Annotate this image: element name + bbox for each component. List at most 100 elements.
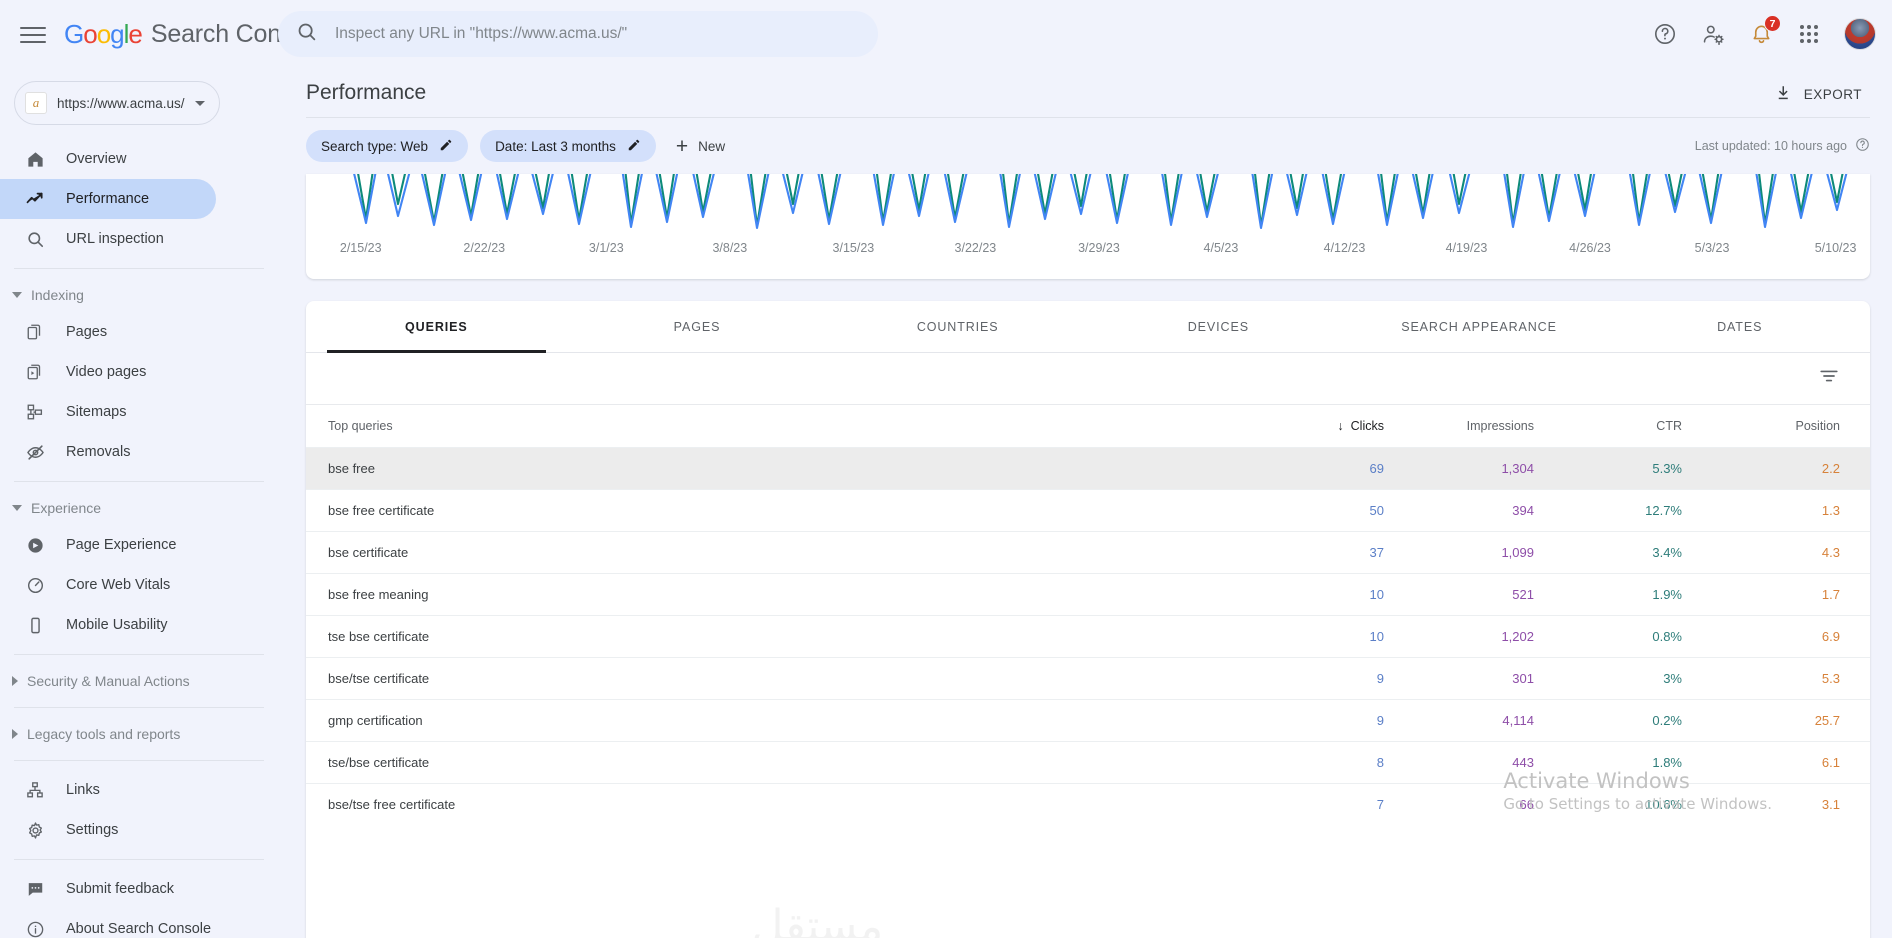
sidebar-item-about-search-console[interactable]: About Search Console: [0, 909, 216, 938]
table-row[interactable]: tse bse certificate 10 1,202 0.8% 6.9: [306, 615, 1870, 658]
tab-countries[interactable]: COUNTRIES: [827, 301, 1088, 352]
chip-date-range[interactable]: Date: Last 3 months: [480, 130, 656, 162]
x-tick-label: 3/15/23: [832, 241, 875, 255]
sidebar-item-page-experience[interactable]: Page Experience: [0, 525, 216, 565]
sidebar-item-performance[interactable]: Performance: [0, 179, 216, 219]
sidebar-group-security[interactable]: Security & Manual Actions: [0, 664, 278, 698]
sidebar-item-core-web-vitals[interactable]: Core Web Vitals: [0, 565, 216, 605]
x-tick-label: 2/22/23: [463, 241, 506, 255]
filter-bar: Search type: Web Date: Last 3 months + N…: [278, 118, 1892, 174]
last-updated-label: Last updated: 10 hours ago: [1694, 139, 1847, 153]
table-row[interactable]: bse free meaning 10 521 1.9% 1.7: [306, 573, 1870, 616]
table-row[interactable]: bse certificate 37 1,099 3.4% 4.3: [306, 531, 1870, 574]
table-row[interactable]: bse/tse free certificate 7 66 10.6% 3.1: [306, 783, 1870, 825]
performance-line-chart[interactable]: [306, 174, 1870, 234]
cell-query: bse free certificate: [306, 489, 1260, 532]
tab-queries[interactable]: QUERIES: [306, 301, 567, 353]
chip-search-type[interactable]: Search type: Web: [306, 130, 469, 162]
filter-list-icon[interactable]: [1812, 359, 1846, 398]
chart-x-axis: 2/15/23 2/22/23 3/1/23 3/8/23 3/15/23 3/…: [306, 241, 1870, 257]
search-input[interactable]: [333, 24, 853, 44]
sidebar-item-settings[interactable]: Settings: [0, 810, 216, 850]
divider: [14, 859, 264, 860]
tab-label: COUNTRIES: [916, 319, 999, 334]
app-root: Google Search Console Inspect any URL in…: [0, 0, 1892, 938]
sidebar-group-experience[interactable]: Experience: [0, 491, 278, 525]
video-pages-icon: [24, 361, 46, 383]
top-bar: Google Search Console Inspect any URL in…: [0, 0, 1892, 69]
cell-position: 5.3: [1710, 657, 1870, 700]
x-tick-label: 4/5/23: [1203, 241, 1239, 255]
gauge-icon: [24, 574, 46, 596]
sidebar-item-label: URL inspection: [66, 231, 164, 247]
cell-clicks: 37: [1260, 531, 1410, 574]
cell-ctr: 0.2%: [1560, 699, 1710, 742]
main-content: Performance EXPORT Search type: Web Date…: [278, 69, 1892, 938]
sidebar-item-label: Page Experience: [66, 537, 177, 553]
avatar[interactable]: [1844, 18, 1876, 50]
cell-impressions: 443: [1410, 741, 1560, 784]
tab-devices[interactable]: DEVICES: [1088, 301, 1349, 352]
table-row[interactable]: bse free certificate 50 394 12.7% 1.3: [306, 489, 1870, 532]
menu-icon[interactable]: [20, 22, 46, 48]
table-row[interactable]: bse free 69 1,304 5.3% 2.2: [306, 447, 1870, 490]
info-icon: [24, 918, 46, 938]
cell-impressions: 1,202: [1410, 615, 1560, 658]
property-selector[interactable]: a https://www.acma.us/: [14, 81, 220, 125]
help-circle-icon[interactable]: [1855, 137, 1870, 155]
sidebar-item-label: Links: [66, 782, 100, 798]
table-row[interactable]: gmp certification 9 4,114 0.2% 25.7: [306, 699, 1870, 742]
divider: [14, 268, 264, 269]
sidebar-item-video-pages[interactable]: Video pages: [0, 352, 216, 392]
table-row[interactable]: bse/tse certificate 9 301 3% 5.3: [306, 657, 1870, 700]
sidebar-item-removals[interactable]: Removals: [0, 432, 216, 472]
column-header-position[interactable]: Position: [1710, 405, 1870, 448]
add-filter-button[interactable]: + New: [668, 130, 733, 162]
help-icon[interactable]: [1652, 21, 1678, 47]
cell-clicks: 10: [1260, 615, 1410, 658]
x-tick-label: 2/15/23: [339, 241, 382, 255]
column-header-ctr[interactable]: CTR: [1560, 405, 1710, 448]
last-updated: Last updated: 10 hours ago: [1695, 137, 1870, 155]
table-row[interactable]: tse/bse certificate 8 443 1.8% 6.1: [306, 741, 1870, 784]
sidebar-item-links[interactable]: Links: [0, 770, 216, 810]
mobile-icon: [24, 614, 46, 636]
feedback-icon: [24, 878, 46, 900]
x-tick-label: 5/10/23: [1814, 241, 1857, 255]
column-header-impressions[interactable]: Impressions: [1410, 405, 1560, 448]
cell-query: bse certificate: [306, 531, 1260, 574]
x-tick-label: 4/12/23: [1323, 241, 1366, 255]
tab-label: QUERIES: [405, 319, 468, 334]
url-inspection-search[interactable]: [278, 11, 878, 57]
sidebar-item-mobile-usability[interactable]: Mobile Usability: [0, 605, 216, 645]
divider: [14, 707, 264, 708]
tab-dates[interactable]: DATES: [1609, 301, 1870, 352]
sidebar-item-pages[interactable]: Pages: [0, 312, 216, 352]
cell-clicks: 8: [1260, 741, 1410, 784]
sidebar-item-submit-feedback[interactable]: Submit feedback: [0, 869, 216, 909]
column-header-clicks[interactable]: ↓ Clicks: [1260, 405, 1410, 448]
tab-pages[interactable]: PAGES: [567, 301, 828, 352]
bell-icon[interactable]: 7: [1748, 15, 1781, 47]
download-icon: [1775, 84, 1793, 105]
cell-impressions: 521: [1410, 573, 1560, 616]
tab-search-appearance[interactable]: SEARCH APPEARANCE: [1349, 301, 1610, 352]
column-header-top-queries[interactable]: Top queries: [306, 405, 1260, 448]
chevron-down-icon: [12, 505, 22, 511]
account-settings-icon[interactable]: [1700, 21, 1726, 47]
sidebar-item-url-inspection[interactable]: URL inspection: [0, 219, 216, 259]
arrow-down-icon: ↓: [1337, 419, 1344, 433]
table-toolbar: [306, 353, 1870, 405]
cell-ctr: 0.8%: [1560, 615, 1710, 658]
sidebar-group-indexing[interactable]: Indexing: [0, 278, 278, 312]
apps-grid-icon[interactable]: [1796, 21, 1822, 47]
cell-ctr: 1.8%: [1560, 741, 1710, 784]
sidebar-group-legacy[interactable]: Legacy tools and reports: [0, 717, 278, 751]
export-button[interactable]: EXPORT: [1767, 77, 1870, 112]
cell-position: 2.2: [1710, 447, 1870, 490]
sidebar-item-sitemaps[interactable]: Sitemaps: [0, 392, 216, 432]
cell-position: 4.3: [1710, 531, 1870, 574]
cell-clicks: 10: [1260, 573, 1410, 616]
sidebar-item-overview[interactable]: Overview: [0, 139, 216, 179]
sidebar-item-label: Performance: [66, 191, 150, 207]
